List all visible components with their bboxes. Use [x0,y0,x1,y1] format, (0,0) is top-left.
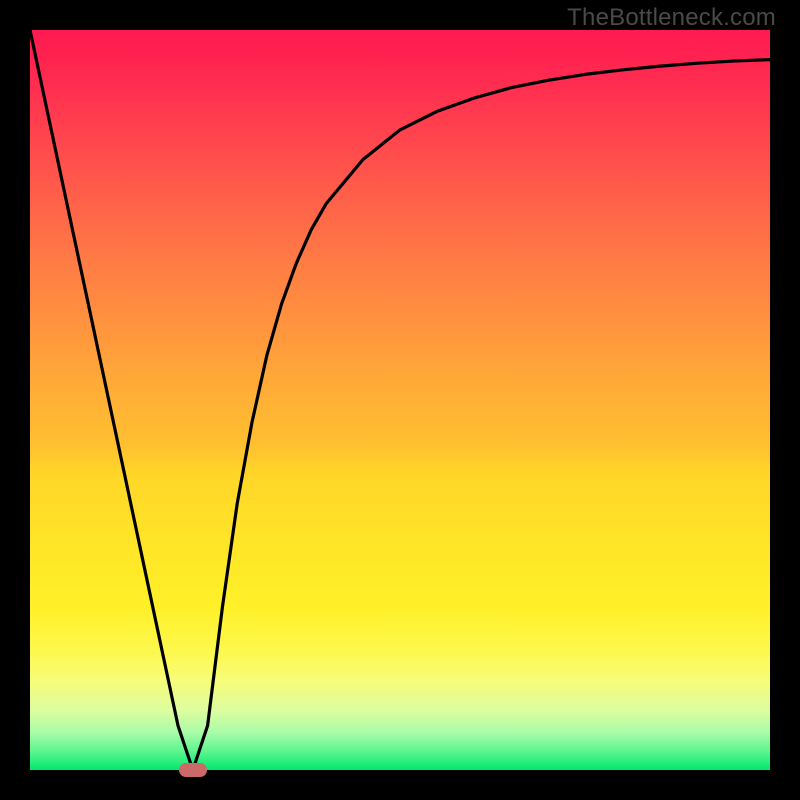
curve-svg [30,30,770,770]
minimum-marker [179,763,207,777]
watermark-text: TheBottleneck.com [567,4,776,32]
chart-frame: TheBottleneck.com [0,0,800,800]
bottleneck-curve [30,30,770,770]
plot-area [30,30,770,770]
